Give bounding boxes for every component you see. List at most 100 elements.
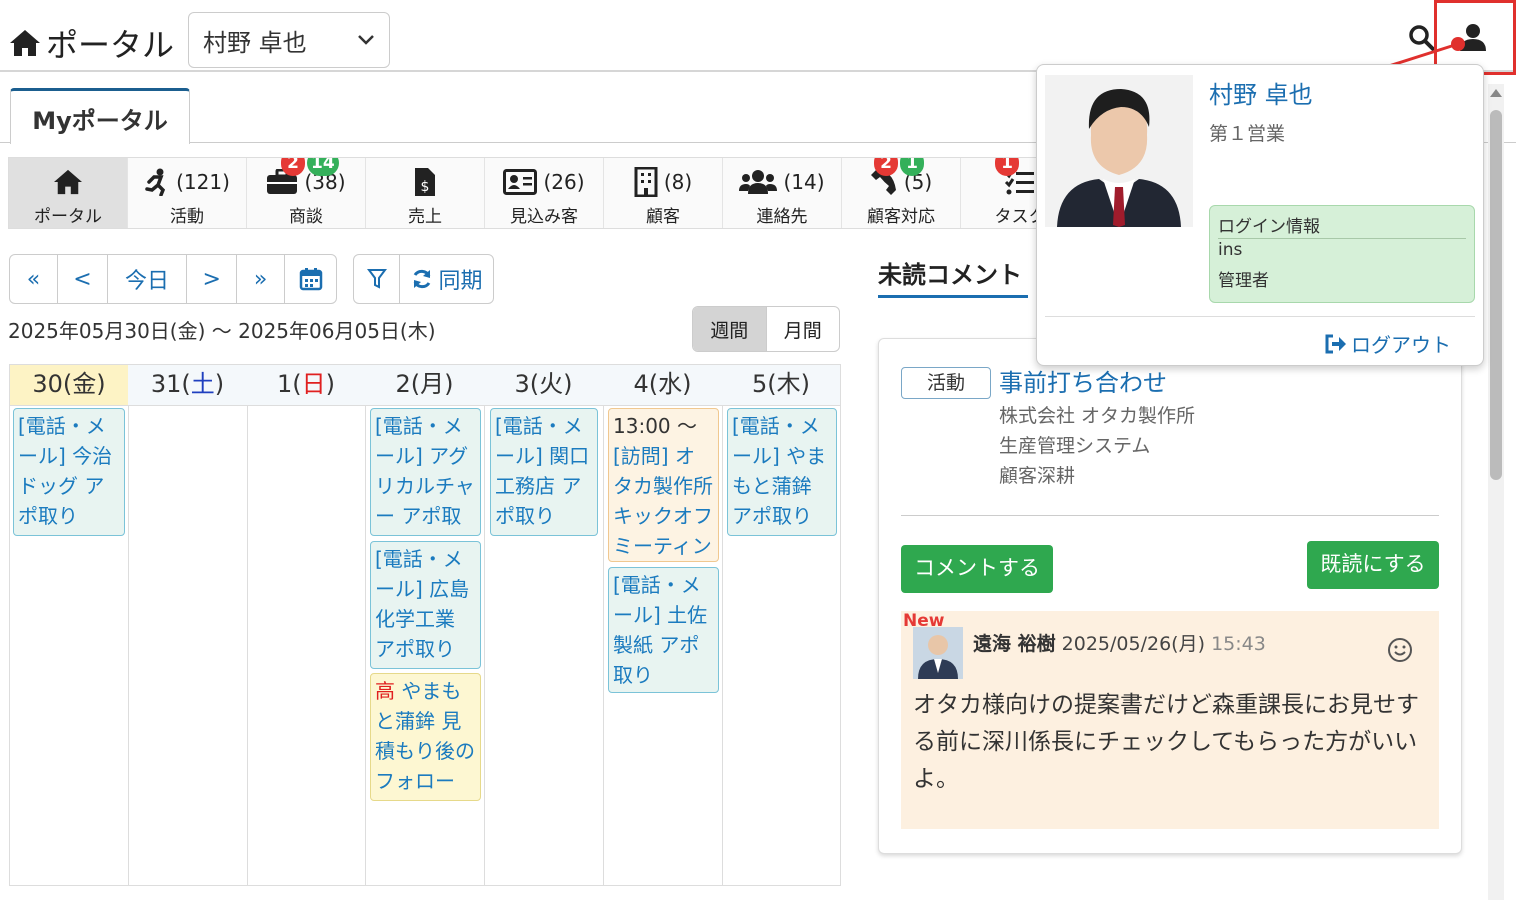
user-select[interactable]: 村野 卓也 bbox=[188, 12, 390, 68]
portal-logo[interactable]: ポータル bbox=[8, 20, 174, 66]
building-icon bbox=[634, 167, 658, 197]
logout-button[interactable]: ログアウト bbox=[1325, 329, 1451, 358]
scrollbar-thumb[interactable] bbox=[1490, 110, 1502, 480]
tab-unread-comments[interactable]: 未読コメント bbox=[878, 255, 1022, 290]
sync-label: 同期 bbox=[438, 269, 483, 294]
sync-button[interactable]: 同期 bbox=[400, 255, 493, 303]
divider bbox=[901, 515, 1439, 516]
calendar-picker-button[interactable] bbox=[285, 255, 336, 303]
user-role: 管理者 bbox=[1218, 271, 1269, 291]
comment-date: 2025/05/26(月) bbox=[1061, 633, 1206, 655]
last-button[interactable]: » bbox=[237, 255, 286, 303]
project-name: 生産管理システム bbox=[999, 435, 1151, 457]
nav-label: 連絡先 bbox=[756, 207, 808, 227]
app-header: ポータル 村野 卓也 bbox=[0, 0, 1516, 72]
calendar-event[interactable]: [電話・メール] 土佐製紙 アポ取り bbox=[608, 567, 719, 693]
scroll-up-icon[interactable] bbox=[1489, 88, 1503, 98]
comment-item: New 遠海 裕樹 2025/05/26(月) 15:43 オタカ様向けの提案書… bbox=[901, 611, 1439, 829]
comment-title-link[interactable]: 事前打ち合わせ bbox=[999, 363, 1167, 398]
day-header: 4(水) bbox=[603, 365, 723, 406]
day-header: 30(金) bbox=[10, 365, 129, 406]
calendar-nav-group: « < 今日 > » bbox=[9, 254, 337, 304]
date-range: 2025年05月30日(金) ～ 2025年06月05日(木) bbox=[8, 319, 436, 343]
nav-count: (14) bbox=[783, 170, 825, 194]
comment-time: 15:43 bbox=[1211, 633, 1266, 655]
chevron-down-icon bbox=[358, 35, 374, 45]
comment-button[interactable]: コメントする bbox=[901, 545, 1053, 593]
today-button[interactable]: 今日 bbox=[108, 255, 188, 303]
filter-sync-group: 同期 bbox=[353, 254, 494, 304]
calendar-event[interactable]: [電話・メール] 関口工務店 アポ取り bbox=[490, 408, 598, 536]
divider bbox=[1218, 238, 1466, 239]
login-info-title: ログイン情報 bbox=[1218, 217, 1320, 237]
sync-icon bbox=[413, 269, 430, 289]
author-name: 遠海 裕樹 bbox=[973, 633, 1056, 655]
day-header: 5(木) bbox=[722, 365, 840, 406]
month-view-button[interactable]: 月間 bbox=[767, 307, 840, 351]
nav-item-leads[interactable]: (26) 見込み客 bbox=[485, 158, 604, 228]
calendar-event[interactable]: [電話・メール] アグリカルチャー アポ取り bbox=[370, 408, 481, 536]
week-view-button[interactable]: 週間 bbox=[693, 307, 767, 351]
calendar-event[interactable]: [電話・メール] やまもと蒲鉾 アポ取り bbox=[727, 408, 837, 536]
nav-label: 顧客 bbox=[646, 207, 680, 227]
view-toggle: 週間 月間 bbox=[692, 306, 840, 352]
nav-item-sales[interactable]: $ 売上 bbox=[366, 158, 485, 228]
logout-icon bbox=[1325, 334, 1346, 353]
user-popup: 村野 卓也 第１営業 ログイン情報 ins 管理者 ログアウト bbox=[1036, 64, 1484, 366]
nav-label: 顧客対応 bbox=[867, 207, 935, 227]
nav-item-customers[interactable]: (8) 顧客 bbox=[604, 158, 723, 228]
nav-label: タスク bbox=[994, 207, 1038, 227]
calendar-event[interactable]: 高 やまもと蒲鉾 見積もり後のフォロー bbox=[370, 673, 481, 801]
nav-item-portal[interactable]: ポータル bbox=[9, 158, 128, 228]
day-column[interactable] bbox=[128, 405, 248, 885]
filter-button[interactable] bbox=[354, 255, 401, 303]
mark-read-button[interactable]: 既読にする bbox=[1307, 541, 1439, 589]
nav-item-support[interactable]: (5) 顧客対応 2 1 bbox=[842, 158, 961, 228]
login-id: ins bbox=[1218, 240, 1243, 260]
nav-item-tasks[interactable]: タスク 1 bbox=[961, 158, 1038, 228]
day-header: 1(日) bbox=[247, 365, 366, 406]
calendar-event[interactable]: 13:00 ～ [訪問] オタカ製作所 キックオフミーティング bbox=[608, 408, 719, 562]
nav-item-activity[interactable]: (121) 活動 bbox=[128, 158, 247, 228]
comment-card: 活動 事前打ち合わせ 株式会社 オタカ製作所 生産管理システム 顧客深耕 コメン… bbox=[878, 338, 1462, 854]
user-select-value: 村野 卓也 bbox=[203, 28, 307, 57]
day-header: 31(土) bbox=[128, 365, 248, 406]
day-column[interactable] bbox=[247, 405, 366, 885]
calendar-event[interactable]: [電話・メール] 広島化学工業 アポ取り bbox=[370, 541, 481, 669]
author-avatar bbox=[913, 627, 963, 679]
nav-label: 商談 bbox=[289, 207, 323, 227]
nav-item-contacts[interactable]: (14) 連絡先 bbox=[723, 158, 842, 228]
running-icon bbox=[145, 168, 166, 196]
popup-user-name[interactable]: 村野 卓也 bbox=[1209, 75, 1313, 110]
day-header: 3(火) bbox=[484, 365, 604, 406]
nav-label: 見込み客 bbox=[510, 207, 578, 227]
smile-icon[interactable] bbox=[1387, 637, 1413, 663]
comment-body: オタカ様向けの提案書だけど森重課長にお見せする前に深川係長にチェックしてもらった… bbox=[913, 692, 1419, 792]
next-button[interactable]: > bbox=[187, 255, 238, 303]
event-text: [訪問] オタカ製作所 キックオフミーティング bbox=[613, 444, 713, 558]
home-icon bbox=[54, 169, 82, 195]
invoice-icon: $ bbox=[415, 168, 435, 196]
prev-button[interactable]: < bbox=[58, 255, 108, 303]
filter-icon bbox=[366, 269, 387, 289]
activity-tag: 活動 bbox=[901, 367, 991, 399]
comment-meta: 遠海 裕樹 2025/05/26(月) 15:43 bbox=[973, 629, 1266, 656]
category-name: 顧客深耕 bbox=[999, 465, 1076, 487]
tab-my-portal[interactable]: Myポータル bbox=[10, 88, 190, 144]
nav-count: (8) bbox=[663, 170, 693, 194]
users-icon bbox=[739, 170, 778, 194]
logout-label: ログアウト bbox=[1351, 333, 1451, 357]
nav-item-deals[interactable]: (38) 商談 2 14 bbox=[247, 158, 366, 228]
nav-label: 活動 bbox=[170, 207, 204, 227]
company-name: 株式会社 オタカ製作所 bbox=[999, 405, 1196, 427]
calendar-icon bbox=[299, 268, 322, 291]
nav-label: 売上 bbox=[408, 207, 442, 227]
badge-green: 14 bbox=[307, 158, 339, 176]
id-card-icon bbox=[503, 169, 538, 195]
module-nav: ポータル (121) 活動 (38) 商談 2 14 $ 売上 (26) 見込み… bbox=[8, 157, 1038, 229]
svg-text:$: $ bbox=[421, 179, 430, 195]
logo-text: ポータル bbox=[46, 26, 175, 64]
calendar-event[interactable]: [電話・メール] 今治ドッグ アポ取り bbox=[13, 408, 125, 536]
day-header: 2(月) bbox=[365, 365, 485, 406]
first-button[interactable]: « bbox=[10, 255, 58, 303]
